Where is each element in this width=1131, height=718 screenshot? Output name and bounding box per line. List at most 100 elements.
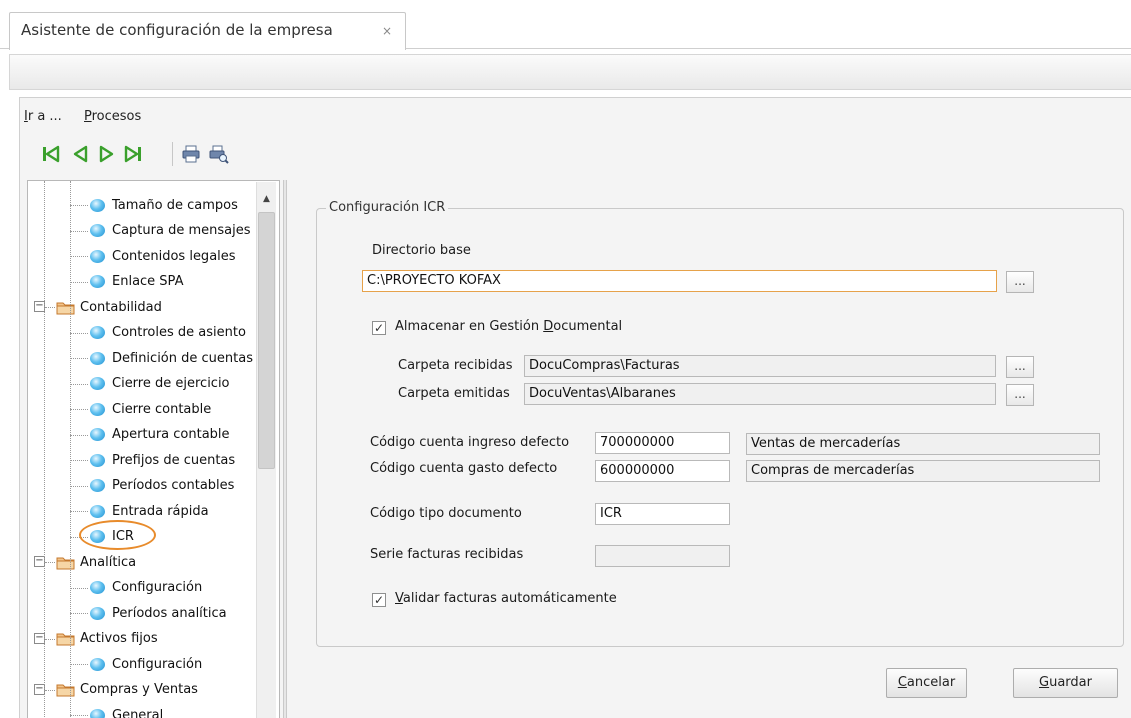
tree-leaf-item[interactable]: Definición de cuentas (90, 346, 253, 370)
node-bullet-icon (90, 504, 105, 518)
group-title: Configuración ICR (326, 200, 449, 215)
income-account-input[interactable]: 700000000 (595, 432, 730, 454)
tree-connector (70, 205, 88, 206)
tree-item-label: Cierre de ejercicio (112, 376, 230, 391)
received-folder-label: Carpeta recibidas (398, 358, 513, 373)
node-bullet-icon (90, 198, 105, 212)
tree-connector (70, 460, 88, 461)
tree-leaf-item[interactable]: Enlace SPA (90, 270, 183, 294)
tree-leaf-item[interactable]: Períodos contables (90, 474, 234, 498)
last-record-button[interactable] (119, 139, 147, 169)
invoice-series-label: Serie facturas recibidas (370, 547, 524, 562)
doc-type-input[interactable]: ICR (595, 503, 730, 525)
tree-connector (44, 181, 45, 718)
first-record-button[interactable] (37, 139, 65, 169)
menu-procesos[interactable]: Procesos (84, 109, 141, 124)
invoice-series-input[interactable] (595, 545, 730, 567)
tree-leaf-item[interactable]: Configuración (90, 576, 202, 600)
tree-leaf-item[interactable]: Contenidos legales (90, 244, 236, 268)
previous-record-button[interactable] (67, 139, 95, 169)
received-folder-input[interactable]: DocuCompras\Facturas (524, 355, 996, 377)
folder-icon (56, 300, 75, 315)
tree-item-label: Configuración (112, 656, 203, 672)
first-record-icon (43, 145, 60, 163)
income-account-label: Código cuenta ingreso defecto (370, 435, 570, 450)
issued-folder-input[interactable]: DocuVentas\Albaranes (524, 383, 996, 405)
node-bullet-icon (90, 224, 105, 237)
tree-scroll-thumb[interactable] (258, 212, 275, 469)
tree-connector (70, 230, 88, 232)
tree-folder-item[interactable]: Compras y Ventas (56, 678, 198, 702)
tree-item-label: Períodos contables (112, 478, 235, 493)
node-bullet-icon (90, 275, 105, 288)
tree-leaf-item[interactable]: Períodos analítica (90, 601, 227, 625)
node-bullet-icon (90, 326, 105, 339)
auto-validate-label[interactable]: Validar facturas automáticamente (395, 591, 617, 606)
base-dir-browse-button[interactable]: ... (1006, 271, 1034, 293)
tree-item-label: Contenidos legales (112, 248, 236, 264)
cancel-button[interactable]: Cancelar (886, 668, 967, 698)
income-account-description: Ventas de mercaderías (746, 433, 1100, 455)
base-dir-input[interactable]: C:\PROYECTO KOFAX (362, 270, 997, 292)
tree-connector (45, 638, 55, 640)
node-bullet-icon (90, 453, 105, 467)
tree-leaf-item[interactable]: Prefijos de cuentas (90, 448, 235, 472)
issued-folder-browse-button[interactable]: ... (1006, 384, 1034, 406)
tab-title: Asistente de configuración de la empresa (21, 21, 333, 39)
print-preview-icon (209, 145, 229, 164)
tree-leaf-item[interactable]: Controles de asiento (90, 321, 246, 345)
tree-folder-item[interactable]: Analítica (56, 550, 136, 574)
node-bullet-icon (90, 479, 105, 492)
tree-folder-item[interactable]: Activos fijos (56, 627, 158, 651)
tree-connector (45, 689, 55, 691)
tab-company-setup-wizard[interactable]: Asistente de configuración de la empresa… (9, 12, 406, 50)
node-bullet-icon (90, 708, 105, 718)
tree-leaf-item[interactable]: Cierre de ejercicio (90, 372, 230, 396)
tree-item-label: Apertura contable (112, 427, 230, 442)
node-bullet-icon (90, 657, 105, 671)
auto-validate-checkbox[interactable]: ✓ (372, 593, 386, 607)
tree-leaf-item[interactable]: Configuración (90, 652, 202, 676)
tree-item-label: Configuración (112, 580, 203, 595)
store-dm-checkbox[interactable]: ✓ (372, 321, 386, 335)
tree-leaf-item[interactable]: Captura de mensajes (90, 219, 250, 243)
tree-leaf-item[interactable]: Cierre contable (90, 397, 211, 421)
scroll-up-icon[interactable]: ▲ (258, 194, 275, 208)
tree-connector (45, 562, 55, 563)
base-dir-label: Directorio base (372, 243, 471, 258)
tree-item-label: Prefijos de cuentas (112, 452, 236, 468)
toolbar-separator (172, 142, 173, 166)
previous-record-icon (73, 145, 88, 163)
tree-leaf-item[interactable]: Apertura contable (90, 423, 230, 447)
save-button[interactable]: Guardar (1013, 668, 1118, 698)
tree-leaf-item[interactable]: Tamaño de campos (90, 193, 238, 217)
navigation-tree[interactable]: Tamaño de campos Captura de mensajes Conte… (27, 180, 280, 718)
node-bullet-icon (90, 377, 105, 390)
folder-icon (56, 682, 75, 697)
tree-connector (70, 715, 88, 716)
next-record-button[interactable] (92, 139, 120, 169)
menu-ir-a[interactable]: Ir a ... (24, 109, 62, 124)
tree-item-label: Definición de cuentas (112, 350, 253, 366)
tree-connector (70, 664, 88, 665)
last-record-icon (124, 145, 141, 163)
received-folder-browse-button[interactable]: ... (1006, 356, 1034, 378)
expense-account-input[interactable]: 600000000 (595, 460, 730, 482)
tree-connector (45, 307, 55, 308)
panel-splitter[interactable] (283, 180, 287, 718)
store-dm-label[interactable]: Almacenar en Gestión Documental (395, 319, 622, 334)
close-icon[interactable]: × (382, 24, 392, 38)
tree-leaf-item[interactable]: General (90, 703, 163, 718)
tree-folder-item[interactable]: Contabilidad (56, 295, 162, 319)
node-bullet-icon (90, 402, 105, 416)
issued-folder-label: Carpeta emitidas (398, 386, 510, 401)
node-bullet-icon (90, 581, 105, 594)
tree-item-label: Captura de mensajes (112, 223, 251, 238)
top-toolband (9, 54, 1131, 90)
print-preview-button[interactable] (205, 139, 233, 169)
folder-icon (56, 555, 75, 570)
print-button[interactable] (177, 139, 205, 169)
tree-item-label: Cierre contable (112, 401, 212, 417)
icr-highlight-ring (79, 520, 156, 550)
tree-connector (70, 181, 71, 718)
